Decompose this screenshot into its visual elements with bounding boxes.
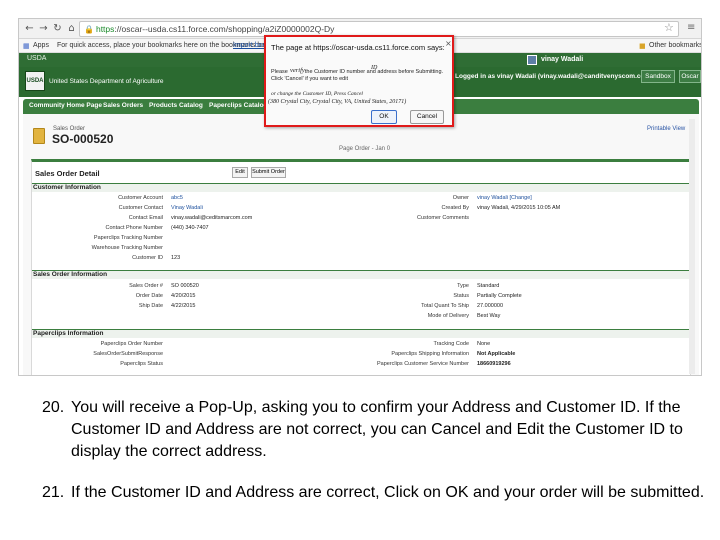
org-name: United States Department of Agriculture: [49, 78, 164, 85]
sales-order-icon: [33, 128, 45, 144]
tab-paperclips-catalog[interactable]: Paperclips Catalog: [209, 102, 268, 109]
field-value: 18660919296: [477, 361, 511, 367]
reload-icon[interactable]: ↻: [51, 22, 64, 35]
record-number: SO-000520: [52, 132, 114, 146]
field-value: Best Way: [477, 313, 501, 319]
apps-icon[interactable]: ▦: [23, 39, 30, 53]
field-label: Total Quant To Ship: [421, 303, 469, 309]
field-label: Customer ID: [132, 255, 163, 261]
back-icon[interactable]: ←: [23, 22, 36, 35]
instruction-number: 20.: [42, 399, 65, 416]
oscar-button[interactable]: Oscar: [679, 70, 701, 83]
field-label: Customer Comments: [417, 215, 469, 221]
field-label: Contact Phone Number: [105, 225, 163, 231]
field-value[interactable]: vinay Wadali [Change]: [477, 195, 532, 201]
field-value[interactable]: Vinay Wadali: [171, 205, 203, 211]
printable-view-link[interactable]: Printable View: [647, 126, 685, 132]
field-label: Paperclips Status: [120, 361, 163, 367]
avatar: [527, 55, 537, 65]
other-bookmarks[interactable]: Other bookmarks: [649, 39, 701, 53]
page-date-label: Page Order - Jan 0: [339, 146, 391, 152]
field-label: Owner: [452, 195, 469, 201]
tab-products-catalog[interactable]: Products Catalog: [149, 102, 203, 109]
field-label: Paperclips Order Number: [100, 341, 163, 347]
field-label: Sales Order #: [129, 283, 163, 289]
field-value: Not Applicable: [477, 351, 516, 357]
field-label: Paperclips Shipping Information: [391, 351, 469, 357]
field-label: Tracking Code: [433, 341, 469, 347]
submit-order-button[interactable]: Submit Order: [251, 167, 286, 178]
paperclips-section-header[interactable]: Paperclips Information: [32, 329, 690, 338]
apps-label[interactable]: Apps: [33, 39, 49, 53]
field-value: (440) 340-7407: [171, 225, 209, 231]
field-value: None: [477, 341, 491, 347]
tab-community-home[interactable]: Community Home Page: [29, 102, 102, 109]
field-label: Paperclips Tracking Number: [93, 235, 163, 241]
field-label: Customer Account: [118, 195, 163, 201]
instruction-text: You will receive a Pop-Up, asking you to…: [71, 399, 683, 460]
tab-sales-orders[interactable]: Sales Orders: [103, 102, 143, 109]
field-value: 4/22/2015: [171, 303, 196, 309]
field-value: 123: [171, 255, 181, 261]
usda-mini-label: USDA: [27, 55, 47, 62]
field-label: Ship Date: [138, 303, 163, 309]
field-label: SalesOrderSubmitResponse: [93, 351, 163, 357]
field-value: Standard: [477, 283, 500, 289]
scrollbar[interactable]: [689, 119, 695, 374]
highlight-box: [264, 35, 454, 127]
field-value: vinay.wadali@ceditsmarcom.com: [171, 215, 253, 221]
sandbox-button[interactable]: Sandbox: [641, 70, 675, 83]
field-value: SO 000520: [171, 283, 199, 289]
field-label: Paperclips Customer Service Number: [376, 361, 469, 367]
field-label: Status: [453, 293, 469, 299]
url-scheme: https: [95, 24, 115, 34]
url-path: ://oscar--usda.cs11.force.com/shopping/a…: [114, 24, 335, 34]
field-label: Type: [457, 283, 469, 289]
forward-icon[interactable]: →: [37, 22, 50, 35]
detail-title: Sales Order Detail: [35, 169, 100, 178]
field-label: Customer Contact: [118, 205, 163, 211]
home-icon[interactable]: ⌂: [65, 22, 78, 35]
field-label: Mode of Delivery: [427, 313, 469, 319]
field-label: Contact Email: [128, 215, 163, 221]
user-menu[interactable]: vinay Wadali: [541, 56, 583, 63]
field-label: Created By: [441, 205, 469, 211]
field-label: Warehouse Tracking Number: [91, 245, 163, 251]
menu-icon[interactable]: ≡: [687, 22, 695, 33]
sales-order-section-header[interactable]: Sales Order Information: [32, 270, 690, 279]
logged-in-text: Logged in as vinay Wadali (vinay.wadali@…: [455, 73, 653, 80]
field-value: vinay Wadali, 4/29/2015 10:05 AM: [477, 205, 561, 211]
field-value: 27.000000: [477, 303, 503, 309]
field-value: Partially Complete: [477, 293, 522, 299]
screenshot-frame: ← → ↻ ⌂ 🔒 https://oscar--usda.cs11.force.…: [18, 18, 702, 376]
bookmark-star-icon[interactable]: ☆: [664, 21, 674, 34]
edit-button[interactable]: Edit: [232, 167, 248, 178]
field-value[interactable]: abc5: [171, 195, 183, 201]
instruction-text: If the Customer ID and Address are corre…: [71, 484, 705, 501]
field-label: Order Date: [135, 293, 163, 299]
usda-logo: USDA: [25, 71, 45, 91]
folder-icon: ■: [639, 42, 646, 50]
customer-section-header[interactable]: Customer Information: [32, 183, 690, 192]
instruction-number: 21.: [42, 484, 65, 501]
lock-icon: 🔒: [84, 25, 94, 34]
field-value: 4/20/2015: [171, 293, 196, 299]
